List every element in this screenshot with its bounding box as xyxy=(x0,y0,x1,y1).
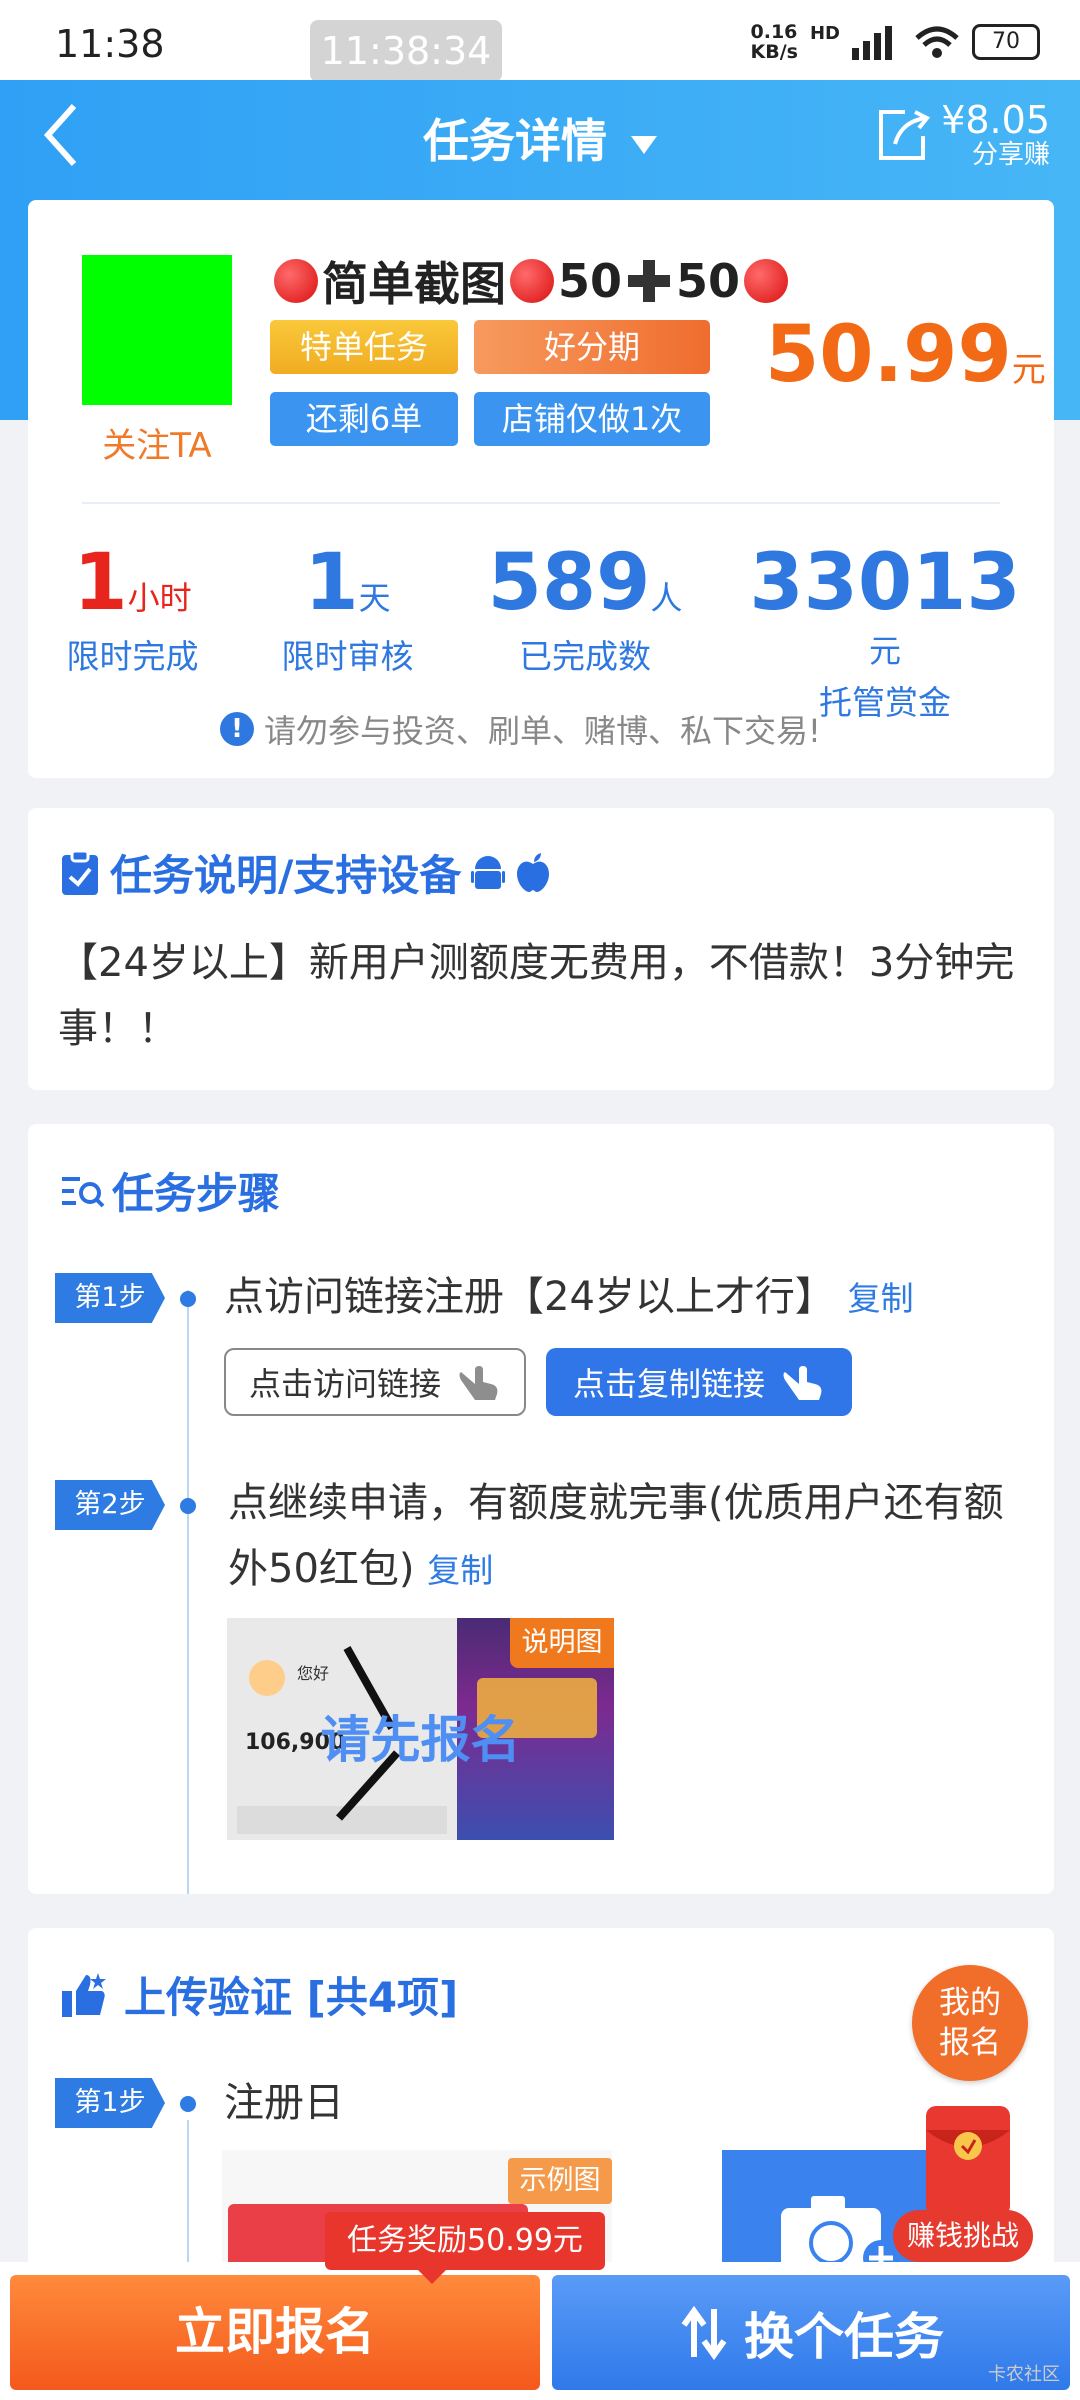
upload-title: 上传验证 [共4项] xyxy=(60,1964,458,2025)
red-envelope-icon xyxy=(926,2106,1010,2216)
signal-icon xyxy=(852,26,892,60)
thumbs-up-icon xyxy=(62,1972,106,2017)
visit-link-button[interactable]: 点击访问链接 xyxy=(224,1348,526,1416)
signup-now-button[interactable]: 立即报名 xyxy=(10,2275,540,2390)
step2-text: 点继续申请，有额度就完事(优质用户还有额外50红包) 复制 xyxy=(228,1480,1004,1592)
watermark: 卡农社区 xyxy=(988,2364,1060,2385)
description-title: 任务说明/支持设备 xyxy=(60,842,551,903)
my-signup-float-button[interactable]: 我的报名 xyxy=(912,1965,1028,2081)
reward-tip-arrow xyxy=(416,2268,448,2284)
divider xyxy=(82,502,1000,504)
timeline-dot xyxy=(180,1498,196,1514)
follow-button[interactable]: 关注TA xyxy=(82,418,232,467)
hand-pointer-icon xyxy=(783,1366,822,1400)
net-speed: 0.16 KB/s xyxy=(750,21,798,63)
red-dot-icon xyxy=(744,259,789,303)
instruction-image[interactable]: 您好 106,900 请先报名 说明图 xyxy=(227,1618,614,1840)
share-earn-button[interactable]: ¥8.05 分享赚 xyxy=(875,100,1050,170)
avatar[interactable] xyxy=(82,255,232,405)
step1-text: 点访问链接注册【24岁以上才行】 复制 xyxy=(224,1274,914,1320)
signup-first-overlay: 请先报名 xyxy=(320,1711,521,1769)
steps-title: 任务步骤 xyxy=(60,1160,280,1221)
swap-arrows-icon xyxy=(681,2305,727,2360)
upload-step1-badge: 第1步 xyxy=(55,2078,165,2128)
share-icon xyxy=(879,110,931,160)
example-tag: 示例图 xyxy=(508,2158,612,2204)
timeline-line xyxy=(187,2120,189,2270)
upload-step1-text: 注册日 xyxy=(224,2080,344,2126)
wifi-icon xyxy=(915,26,959,58)
image-tag: 说明图 xyxy=(510,1618,614,1668)
status-icons: 0.16 KB/s HD 70 xyxy=(751,22,1040,62)
list-search-icon xyxy=(62,1176,105,1207)
tag-platform: 好分期 xyxy=(474,320,710,374)
hand-pointer-icon xyxy=(459,1366,498,1400)
tag-remaining: 还剩6单 xyxy=(270,392,458,446)
apple-icon xyxy=(517,852,550,892)
description-text: 【24岁以上】新用户测额度无费用，不借款！3分钟完事！！ xyxy=(58,940,1015,1052)
copy-text-button[interactable]: 复制 xyxy=(427,1551,493,1590)
info-icon: ! xyxy=(220,712,254,746)
copy-link-text[interactable]: 复制 xyxy=(848,1279,914,1318)
timeline-dot xyxy=(180,1291,196,1307)
copy-link-button[interactable]: 点击复制链接 xyxy=(546,1348,852,1416)
reward-tip: 任务奖励50.99元 xyxy=(325,2212,605,2270)
stat-review-time: 1天 限时审核 xyxy=(281,538,414,676)
step2-badge: 第2步 xyxy=(55,1480,165,1530)
stat-completed-count: 589人 已完成数 xyxy=(487,538,683,676)
share-label: 分享赚 xyxy=(971,140,1050,170)
tag-special: 特单任务 xyxy=(270,320,458,374)
task-price: 50.99元 xyxy=(765,310,1046,400)
stat-complete-time: 1小时 限时完成 xyxy=(66,538,199,676)
tag-once: 店铺仅做1次 xyxy=(474,392,710,446)
network-label: HD xyxy=(809,22,840,44)
stat-escrow-reward: 33013元 托管赏金 xyxy=(749,538,1021,722)
step1-badge: 第1步 xyxy=(55,1273,165,1323)
battery-icon: 70 xyxy=(972,24,1040,60)
timeline-line xyxy=(187,1290,189,1894)
red-dot-icon xyxy=(274,259,318,303)
share-amount: ¥8.05 xyxy=(941,98,1050,142)
screen-timer: 11:38:34 xyxy=(310,20,502,82)
red-dot-icon xyxy=(510,259,554,303)
plus-icon xyxy=(626,258,672,304)
earn-challenge-label: 赚钱挑战 xyxy=(893,2210,1033,2262)
android-icon xyxy=(471,855,506,889)
task-title: 简单截图 50 50 xyxy=(270,248,792,314)
clipboard-check-icon xyxy=(62,849,98,895)
warning-notice: ! 请勿参与投资、刷单、赌博、私下交易! xyxy=(220,706,821,752)
timeline-dot xyxy=(180,2096,196,2112)
status-time: 11:38 xyxy=(55,22,165,66)
dropdown-icon xyxy=(631,135,657,154)
